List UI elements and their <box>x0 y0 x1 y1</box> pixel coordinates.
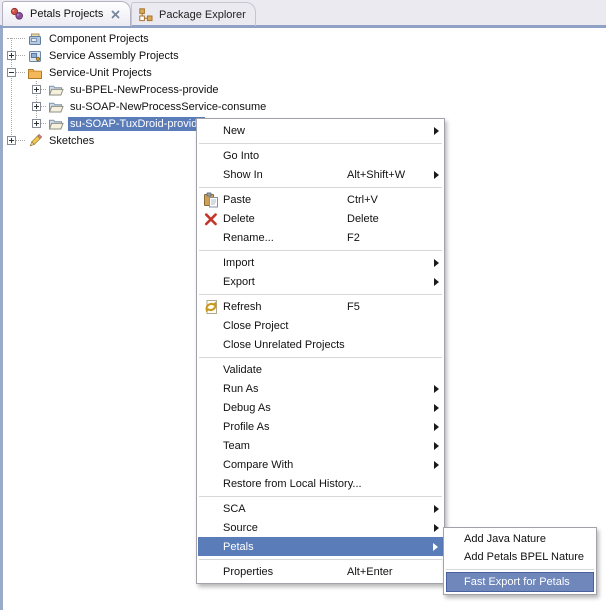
folder-open-icon <box>48 99 64 115</box>
menu-item-source[interactable]: Source <box>197 518 444 537</box>
pencil-icon <box>27 133 43 149</box>
menu-item-delete[interactable]: Delete Delete <box>197 209 444 228</box>
folder-open-icon <box>48 116 64 132</box>
expander-plus-icon[interactable] <box>7 51 16 60</box>
expander-plus-icon[interactable] <box>32 119 41 128</box>
expander-minus-icon[interactable] <box>7 68 16 77</box>
refresh-icon <box>201 299 220 315</box>
menu-separator <box>199 187 442 188</box>
tree-item-label-selected: su-SOAP-TuxDroid-provide <box>68 117 205 131</box>
folder-open-icon <box>48 82 64 98</box>
menu-item-export[interactable]: Export <box>197 272 444 291</box>
delete-icon <box>201 211 220 227</box>
submenu-arrow-icon <box>434 461 439 469</box>
menu-item-rename[interactable]: Rename... F2 <box>197 228 444 247</box>
petals-logo-icon <box>9 6 25 22</box>
tree-connector <box>16 55 25 56</box>
tree-connector <box>7 38 25 39</box>
menu-separator <box>446 569 594 570</box>
tab-petals-projects[interactable]: Petals Projects <box>2 1 131 26</box>
tree-item-label: su-SOAP-NewProcessService-consume <box>68 100 268 114</box>
menu-item-team[interactable]: Team <box>197 436 444 455</box>
tree-item-label: Component Projects <box>47 32 151 46</box>
tab-label: Package Explorer <box>159 9 246 21</box>
tree-item-label: Service Assembly Projects <box>47 49 181 63</box>
menu-separator <box>199 250 442 251</box>
menu-separator <box>199 143 442 144</box>
tree-connector <box>41 123 46 124</box>
view-tab-bar: Petals Projects Package Explorer <box>0 0 606 28</box>
menu-item-debug-as[interactable]: Debug As <box>197 398 444 417</box>
submenu-arrow-icon <box>434 385 439 393</box>
menu-item-new[interactable]: New <box>197 121 444 140</box>
menu-separator <box>199 357 442 358</box>
menu-item-refresh[interactable]: Refresh F5 <box>197 297 444 316</box>
menu-item-petals[interactable]: Petals <box>198 537 443 556</box>
menu-separator <box>199 496 442 497</box>
context-menu: New Go Into Show In Alt+Shift+W Paste Ct… <box>196 118 445 584</box>
submenu-arrow-icon <box>434 404 439 412</box>
menu-item-sca[interactable]: SCA <box>197 499 444 518</box>
menu-item-validate[interactable]: Validate <box>197 360 444 379</box>
submenu-arrow-icon <box>434 171 439 179</box>
menu-item-properties[interactable]: Properties Alt+Enter <box>197 562 444 581</box>
submenu-arrow-icon <box>434 423 439 431</box>
package-explorer-icon <box>138 7 154 23</box>
tree-item-component-projects[interactable]: Component Projects <box>3 30 606 47</box>
expander-plus-icon[interactable] <box>32 102 41 111</box>
component-icon <box>27 31 43 47</box>
tab-package-explorer[interactable]: Package Explorer <box>131 2 256 26</box>
menu-item-import[interactable]: Import <box>197 253 444 272</box>
menu-separator <box>199 559 442 560</box>
submenu-item-add-java-nature[interactable]: Add Java Nature <box>444 530 596 548</box>
tree-item-su-bpel-newprocess-provide[interactable]: su-BPEL-NewProcess-provide <box>3 81 606 98</box>
submenu-arrow-icon <box>434 505 439 513</box>
tree-item-service-assembly-projects[interactable]: Service Assembly Projects <box>3 47 606 64</box>
close-icon[interactable] <box>110 9 121 20</box>
menu-item-close-unrelated-projects[interactable]: Close Unrelated Projects <box>197 335 444 354</box>
tree-item-label: Service-Unit Projects <box>47 66 154 80</box>
tab-label: Petals Projects <box>30 8 103 20</box>
menu-item-show-in[interactable]: Show In Alt+Shift+W <box>197 165 444 184</box>
menu-separator <box>199 294 442 295</box>
tree-connector <box>16 72 25 73</box>
submenu-arrow-icon <box>434 127 439 135</box>
tree-connector <box>16 140 25 141</box>
tree-connector <box>41 89 46 90</box>
tree-item-label: su-BPEL-NewProcess-provide <box>68 83 221 97</box>
tree-item-su-soap-newprocessservice-consume[interactable]: su-SOAP-NewProcessService-consume <box>3 98 606 115</box>
menu-item-go-into[interactable]: Go Into <box>197 146 444 165</box>
submenu-arrow-icon <box>433 543 438 551</box>
submenu-arrow-icon <box>434 278 439 286</box>
submenu-arrow-icon <box>434 259 439 267</box>
expander-plus-icon[interactable] <box>32 85 41 94</box>
menu-item-paste[interactable]: Paste Ctrl+V <box>197 190 444 209</box>
petals-submenu: Add Java Nature Add Petals BPEL Nature F… <box>443 527 597 595</box>
folder-closed-icon <box>27 65 43 81</box>
expander-plus-icon[interactable] <box>7 136 16 145</box>
submenu-item-fast-export-for-petals[interactable]: Fast Export for Petals <box>446 572 594 592</box>
submenu-arrow-icon <box>434 442 439 450</box>
menu-item-profile-as[interactable]: Profile As <box>197 417 444 436</box>
tree-item-label: Sketches <box>47 134 96 148</box>
menu-item-compare-with[interactable]: Compare With <box>197 455 444 474</box>
menu-item-run-as[interactable]: Run As <box>197 379 444 398</box>
tree-item-service-unit-projects[interactable]: Service-Unit Projects <box>3 64 606 81</box>
submenu-arrow-icon <box>434 524 439 532</box>
assembly-icon <box>27 48 43 64</box>
paste-icon <box>201 192 220 208</box>
submenu-item-add-petals-bpel-nature[interactable]: Add Petals BPEL Nature <box>444 548 596 566</box>
tree-connector <box>41 106 46 107</box>
menu-item-close-project[interactable]: Close Project <box>197 316 444 335</box>
menu-item-restore-from-local-history[interactable]: Restore from Local History... <box>197 474 444 493</box>
